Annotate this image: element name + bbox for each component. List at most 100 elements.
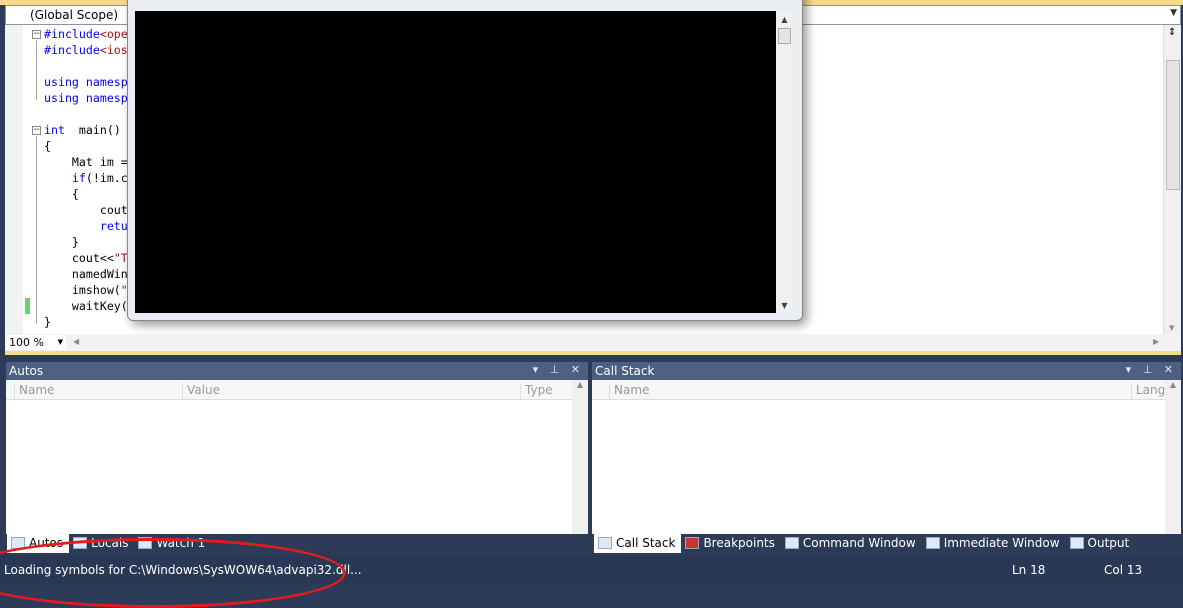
code-token: if xyxy=(71,171,86,185)
call-stack-panel: Call Stack ▾ ⊥ ✕ Name Lang ▲ xyxy=(592,362,1181,534)
code-line: { xyxy=(44,138,51,154)
column-language[interactable]: Lang xyxy=(1131,383,1165,399)
tab-label: Output xyxy=(1087,536,1130,550)
code-line: } xyxy=(44,234,79,250)
line-number: Ln 18 xyxy=(1012,563,1046,577)
output-icon xyxy=(1069,537,1084,549)
code-token: <ios xyxy=(99,43,128,57)
scroll-thumb[interactable] xyxy=(778,28,791,44)
code-token: imshow( xyxy=(44,283,121,297)
code-token: Mat im = xyxy=(44,155,128,169)
code-token: } xyxy=(44,315,51,329)
code-line: retu xyxy=(44,218,128,234)
column-name[interactable]: Name xyxy=(609,383,1131,399)
panel-title: Autos xyxy=(9,364,44,378)
vertical-scrollbar[interactable]: ▲ xyxy=(1165,380,1181,534)
column-type[interactable]: Type xyxy=(520,383,572,399)
code-token: using namesp xyxy=(44,91,128,105)
vertical-scrollbar[interactable]: ▲ xyxy=(572,380,588,534)
change-indicator xyxy=(25,298,30,314)
collapse-icon[interactable]: − xyxy=(32,30,41,39)
code-line: namedWin xyxy=(44,266,128,282)
column-headers: Name Lang xyxy=(592,380,1165,400)
code-token: main() xyxy=(64,123,121,137)
panel-controls[interactable]: ▾ ⊥ ✕ xyxy=(533,363,584,376)
collapse-icon[interactable]: − xyxy=(32,126,41,135)
split-icon[interactable]: ⇕ xyxy=(1168,27,1176,38)
code-token: waitKey( xyxy=(44,299,128,313)
code-line: int main() xyxy=(44,122,121,138)
code-token: retu xyxy=(99,219,128,233)
code-line: { xyxy=(44,186,79,202)
scroll-up-icon[interactable]: ▲ xyxy=(776,15,793,24)
column-name[interactable]: Name xyxy=(14,383,182,399)
scroll-right-icon[interactable]: ▶ xyxy=(1153,337,1159,346)
code-token: "T xyxy=(113,251,128,265)
code-line: #include<ope xyxy=(44,26,128,42)
code-token: <ope xyxy=(99,27,128,41)
scroll-left-icon[interactable]: ◀ xyxy=(73,337,79,346)
panel-title: Call Stack xyxy=(595,364,655,378)
code-token: cout xyxy=(44,203,128,217)
breakpoints-icon xyxy=(685,537,700,549)
tab-immediate-window[interactable]: Immediate Window xyxy=(922,533,1066,553)
code-line: cout xyxy=(44,202,128,218)
code-token: cout<< xyxy=(44,251,114,265)
code-token: { xyxy=(44,187,79,201)
code-token: #include xyxy=(44,43,100,57)
code-line: cout<<"T xyxy=(44,250,128,266)
tab-breakpoints[interactable]: Breakpoints xyxy=(681,533,780,553)
outline-line xyxy=(36,136,37,324)
code-line: waitKey( xyxy=(44,298,128,314)
tab-label: Breakpoints xyxy=(703,536,775,550)
command-window-icon xyxy=(784,537,799,549)
console-output[interactable] xyxy=(135,11,776,313)
zoom-select[interactable]: 100 % ▼ xyxy=(6,335,66,350)
right-tab-strip: Call Stack Breakpoints Command Window Im… xyxy=(594,533,1135,553)
chevron-down-icon: ▼ xyxy=(57,338,63,346)
autos-panel: Autos ▾ ⊥ ✕ Name Value Type ▲ xyxy=(6,362,588,534)
code-line: if(!im.c xyxy=(44,170,128,186)
column-headers: Name Value Type xyxy=(6,380,572,400)
zoom-value: 100 % xyxy=(9,336,44,349)
code-line: imshow(" xyxy=(44,282,128,298)
tab-output[interactable]: Output xyxy=(1066,533,1136,553)
code-token: } xyxy=(44,235,79,249)
scroll-down-icon[interactable]: ▼ xyxy=(1169,324,1174,332)
scope-label: (Global Scope) xyxy=(30,8,119,22)
tab-label: Call Stack xyxy=(616,536,676,550)
tab-label: Immediate Window xyxy=(943,536,1060,550)
console-window[interactable]: ▲ ▼ xyxy=(127,0,803,321)
code-line: using namesp xyxy=(44,90,128,106)
active-frame-border xyxy=(5,351,1181,355)
code-line: Mat im = xyxy=(44,154,128,170)
code-token: int xyxy=(44,123,65,137)
scroll-down-icon[interactable]: ▼ xyxy=(776,301,793,310)
console-scrollbar[interactable]: ▲ ▼ xyxy=(776,11,793,313)
panel-controls[interactable]: ▾ ⊥ ✕ xyxy=(1126,363,1177,376)
call-stack-icon xyxy=(598,537,612,549)
code-token: namedWin xyxy=(44,267,128,281)
tab-command-window[interactable]: Command Window xyxy=(781,533,922,553)
chevron-down-icon: ▼ xyxy=(1170,8,1177,18)
column-number: Col 13 xyxy=(1104,563,1143,577)
immediate-window-icon xyxy=(925,537,940,549)
tab-call-stack[interactable]: Call Stack xyxy=(594,533,682,553)
code-token: using namesp xyxy=(44,75,128,89)
indicator-margin xyxy=(5,25,23,334)
red-annotation-ellipse xyxy=(0,538,346,608)
code-line: } xyxy=(44,314,51,330)
code-line: #include<ios xyxy=(44,42,128,58)
scroll-thumb[interactable] xyxy=(1166,60,1180,190)
outline-line xyxy=(36,40,37,100)
editor-bottom-bar: 100 % ▼ ◀ ▶ xyxy=(5,334,1181,351)
vertical-scrollbar[interactable]: ⇕ ▼ xyxy=(1163,25,1181,334)
panel-header: Autos ▾ ⊥ ✕ xyxy=(6,362,588,380)
code-token: #include xyxy=(44,27,100,41)
tab-label: Command Window xyxy=(802,536,916,550)
code-token: (!im.c xyxy=(85,171,128,185)
column-value[interactable]: Value xyxy=(182,383,520,399)
code-token: { xyxy=(44,139,51,153)
